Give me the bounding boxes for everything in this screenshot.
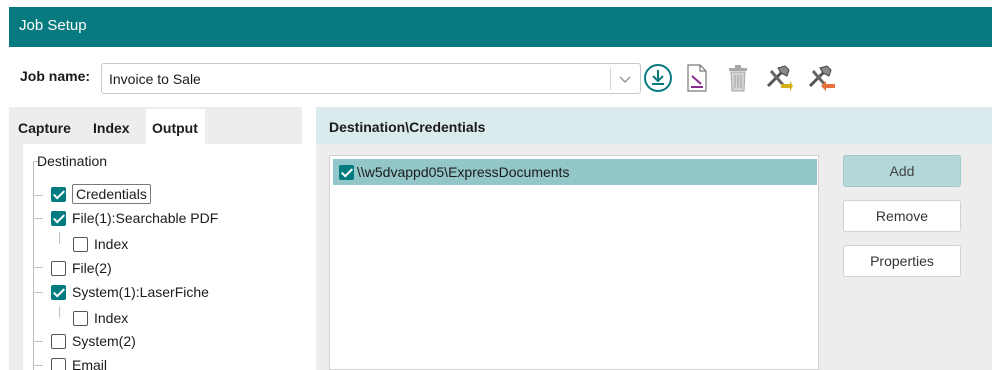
add-button-label: Add — [889, 163, 915, 179]
checkbox[interactable] — [51, 260, 66, 276]
properties-button-label: Properties — [870, 253, 934, 269]
checkbox[interactable] — [73, 236, 88, 252]
tree-item-label: System(2) — [72, 333, 136, 349]
job-name-value[interactable]: Invoice to Sale — [109, 71, 201, 87]
properties-button[interactable]: Properties — [843, 245, 961, 277]
add-button[interactable]: Add — [843, 155, 961, 187]
tab-output-label: Output — [152, 120, 198, 136]
remove-button-label: Remove — [875, 208, 929, 224]
tools-back-icon[interactable] — [805, 63, 835, 93]
tree-item-label: System(1):LaserFiche — [72, 284, 209, 300]
title-bar: Job Setup — [9, 7, 992, 47]
window-title: Job Setup — [19, 17, 87, 34]
checkbox[interactable] — [51, 186, 66, 202]
download-icon[interactable] — [643, 63, 673, 93]
tree-item-email[interactable]: Email — [51, 354, 107, 370]
tree-line — [33, 267, 43, 268]
tree-line — [59, 232, 60, 244]
tree-root-label: Destination — [37, 153, 108, 169]
tree-item-system1[interactable]: System(1):LaserFiche — [51, 281, 209, 303]
tree-item-system2[interactable]: System(2) — [51, 330, 136, 352]
destination-path: \\w5dvappd05\ExpressDocuments — [357, 164, 570, 180]
edit-document-icon[interactable] — [682, 63, 712, 93]
job-name-combobox[interactable]: Invoice to Sale — [101, 63, 641, 94]
tree-item-label: Email — [72, 357, 108, 370]
checkbox[interactable] — [51, 333, 66, 349]
chevron-down-icon[interactable] — [616, 70, 634, 88]
destination-tree: Destination Credentials File(1):Searchab… — [23, 144, 302, 370]
tab-capture-label: Capture — [18, 120, 71, 136]
tree-item-credentials[interactable]: Credentials — [51, 183, 151, 205]
tree-item-label: Index — [94, 310, 129, 326]
tree-line — [33, 195, 43, 196]
checkbox[interactable] — [73, 310, 88, 326]
tree-line — [33, 218, 43, 219]
tree-item-label: File(1):Searchable PDF — [72, 210, 219, 226]
destination-list[interactable]: \\w5dvappd05\ExpressDocuments — [329, 155, 819, 370]
tab-capture[interactable]: Capture — [18, 109, 86, 144]
job-name-label: Job name: — [20, 68, 91, 84]
right-panel: Destination\Credentials \\w5dvappd05\Exp… — [316, 107, 992, 370]
tab-index-label: Index — [93, 120, 130, 136]
tree-line — [33, 292, 43, 293]
tab-output[interactable]: Output — [146, 109, 205, 144]
tree-item-file1-index[interactable]: Index — [73, 233, 128, 255]
trash-icon[interactable] — [723, 63, 753, 93]
tree-line — [33, 365, 43, 366]
tab-index[interactable]: Index — [93, 109, 143, 144]
checkbox[interactable] — [339, 164, 354, 180]
destination-header: Destination\Credentials — [316, 107, 992, 144]
checkbox[interactable] — [51, 284, 66, 300]
left-panel: Capture Index Output Destination Credent… — [9, 107, 302, 370]
tree-root-destination[interactable]: Destination — [37, 150, 107, 172]
checkbox[interactable] — [51, 357, 66, 370]
tree-item-label: Credentials — [72, 184, 151, 204]
tools-forward-icon[interactable] — [763, 63, 793, 93]
tree-item-label: Index — [94, 236, 129, 252]
checkbox[interactable] — [51, 210, 66, 226]
tree-item-label: File(2) — [72, 260, 112, 276]
tree-line-vertical — [33, 161, 34, 370]
tree-item-file1[interactable]: File(1):Searchable PDF — [51, 207, 218, 229]
combo-separator — [610, 67, 611, 90]
remove-button[interactable]: Remove — [843, 200, 961, 232]
list-item[interactable]: \\w5dvappd05\ExpressDocuments — [333, 159, 817, 185]
tree-item-file2[interactable]: File(2) — [51, 257, 112, 279]
job-name-row: Job name: Invoice to Sale — [9, 47, 992, 107]
tab-strip: Capture Index Output — [9, 107, 302, 144]
destination-header-label: Destination\Credentials — [329, 119, 486, 135]
tree-line — [59, 306, 60, 318]
tree-item-system1-index[interactable]: Index — [73, 307, 128, 329]
tree-line — [33, 341, 43, 342]
